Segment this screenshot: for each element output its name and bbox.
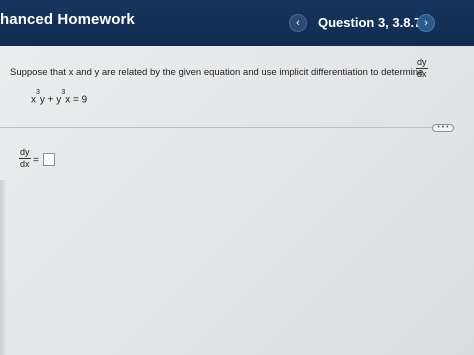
prompt-text: Suppose that x and y are related by the … xyxy=(10,67,424,78)
equation-term2-rest: x = 9 xyxy=(65,94,88,106)
fraction-denominator: dx xyxy=(20,159,30,169)
equals-sign: = xyxy=(33,155,39,166)
header-bar: hanced Homework ‹ Question 3, 3.8.7 › xyxy=(0,0,474,46)
app-title: hanced Homework xyxy=(0,11,135,28)
question-label: Question 3, 3.8.7 xyxy=(318,15,422,30)
fraction-numerator: dy xyxy=(417,57,427,67)
equation-term1-exponent: 3 xyxy=(36,89,40,96)
chevron-right-icon: › xyxy=(424,16,428,29)
fraction-numerator: dy xyxy=(20,147,30,157)
question-prompt: Suppose that x and y are related by the … xyxy=(10,58,470,88)
answer-input[interactable] xyxy=(43,153,55,166)
answer-dy-dx-fraction: dy dx xyxy=(19,148,31,169)
given-equation: x3y + y3x = 9 xyxy=(31,89,88,106)
prompt-dy-dx-fraction: dy dx xyxy=(416,58,428,79)
fraction-denominator: dx xyxy=(417,69,427,79)
previous-question-button[interactable]: ‹ xyxy=(289,14,307,32)
left-scroll-edge xyxy=(0,180,7,355)
equation-term1-rest: y + y xyxy=(39,94,62,106)
equation-term2-exponent: 3 xyxy=(61,89,66,96)
more-options-button[interactable]: • • • xyxy=(432,124,454,132)
chevron-left-icon: ‹ xyxy=(296,16,300,29)
next-question-button[interactable]: › xyxy=(417,14,435,32)
section-divider xyxy=(0,127,452,128)
